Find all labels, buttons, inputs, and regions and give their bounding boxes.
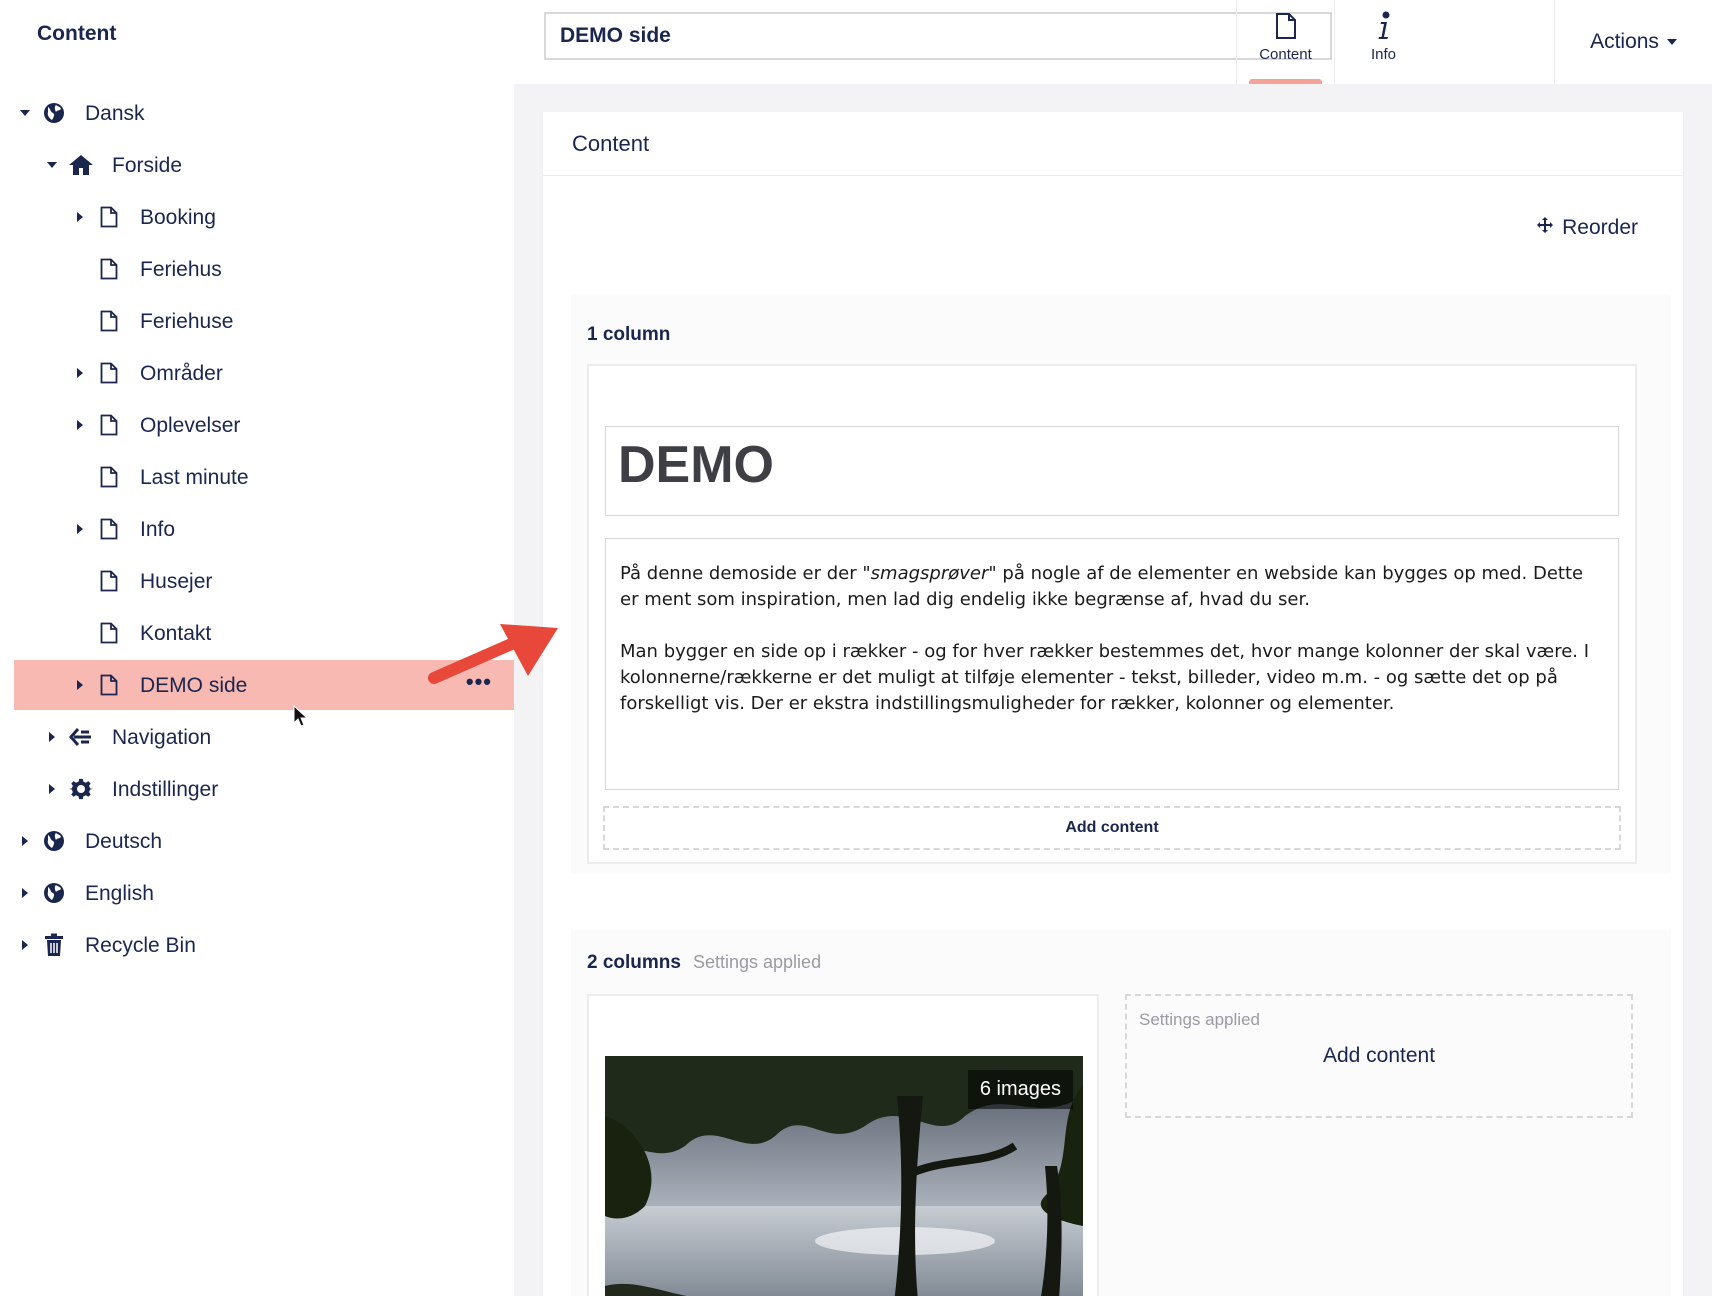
row-title: 1 column [587,324,671,345]
globe-icon [41,100,67,126]
caret-right-icon[interactable] [18,886,32,900]
grid-row-2-columns: 2 columns Settings applied 6 images Sett… [571,930,1671,1296]
navigation-icon [68,724,94,750]
tree-item-label: Navigation [112,726,212,749]
caret-right-icon[interactable] [73,522,87,536]
headline-editor[interactable]: DEMO [605,426,1619,516]
document-icon [96,256,122,282]
caret-right-icon[interactable] [73,210,87,224]
tree-item-dansk[interactable]: Dansk [14,88,514,138]
active-tab-indicator [1249,79,1322,84]
caret-right-icon[interactable] [45,782,59,796]
tree-item-label: Dansk [85,102,145,125]
tree-item-label: Booking [140,206,216,229]
tree-item-info[interactable]: Info [14,504,514,554]
caret-right-icon[interactable] [73,366,87,380]
settings-applied-note: Settings applied [1139,1010,1260,1029]
actions-label: Actions [1590,30,1659,53]
gallery-image[interactable]: 6 images [605,1056,1083,1296]
tree-item-oplevelser[interactable]: Oplevelser [14,400,514,450]
tree-item-label: Recycle Bin [85,934,196,957]
document-icon [96,308,122,334]
document-icon [96,360,122,386]
tree-item-label: Oplevelser [140,414,241,437]
reorder-label: Reorder [1562,216,1638,239]
tree-item-feriehus[interactable]: Feriehus [14,244,514,294]
tree-item-english[interactable]: English [14,868,514,918]
tree-item-label: Deutsch [85,830,163,853]
caret-right-icon[interactable] [18,834,32,848]
settings-applied-note: Settings applied [692,952,822,972]
tree-item-label: DEMO side [140,674,248,697]
tree-item-forside[interactable]: Forside [14,140,514,190]
grid-cell: DEMO På denne demoside er der "smagsprøv… [587,364,1637,864]
actions-button[interactable]: Actions [1554,0,1712,84]
tab-content[interactable]: Content [1236,0,1334,84]
grid-row-1-column: 1 column DEMO På denne demoside er der "… [571,294,1671,874]
editor-header: Content Info Actions [514,0,1712,84]
tree-item-label: Feriehus [140,258,222,281]
content-panel: Content Reorder 1 column DEMO På denne d… [543,112,1683,1296]
caret-right-icon[interactable] [73,418,87,432]
tree-item-områder[interactable]: Områder [14,348,514,398]
document-icon [96,672,122,698]
tree-item-feriehuse[interactable]: Feriehuse [14,296,514,346]
tab-content-label: Content [1259,46,1312,63]
tree-item-label: Last minute [140,466,249,489]
row-title: 2 columns Settings applied [587,952,822,973]
tree-item-deutsch[interactable]: Deutsch [14,816,514,866]
grid-cell-right[interactable]: Settings applied Add content [1125,994,1633,1118]
tree-item-label: Kontakt [140,622,212,645]
caret-down-icon[interactable] [18,106,32,120]
tree-item-label: Områder [140,362,223,385]
document-icon [96,568,122,594]
richtext-paragraph: På denne demoside er der "smagsprøver" p… [620,563,1584,610]
document-icon [96,516,122,542]
tab-info-label: Info [1370,46,1397,63]
add-content-button[interactable]: Add content [603,806,1621,850]
tree-item-husejer[interactable]: Husejer [14,556,514,606]
tree-item-navigation[interactable]: Navigation [14,712,514,762]
document-icon [96,620,122,646]
tree-item-recycle-bin[interactable]: Recycle Bin [14,920,514,970]
tree-item-booking[interactable]: Booking [14,192,514,242]
globe-icon [41,828,67,854]
tree-item-label: Forside [112,154,183,177]
document-icon [96,412,122,438]
info-icon [1376,10,1392,42]
tree-item-label: Indstillinger [112,778,219,801]
tree-item-last-minute[interactable]: Last minute [14,452,514,502]
gear-icon [68,776,94,802]
home-icon [68,152,94,178]
grid-cell-left: 6 images [587,994,1099,1296]
move-icon [1536,216,1554,240]
document-icon [96,204,122,230]
red-arrow-icon [428,616,562,691]
document-icon [96,464,122,490]
chevron-down-icon [1666,39,1677,45]
document-icon [1275,10,1297,42]
panel-title: Content [543,112,1683,176]
tab-info[interactable]: Info [1334,0,1432,84]
sidebar-title: Content [37,22,117,45]
mouse-cursor-icon [293,704,309,734]
globe-icon [41,880,67,906]
caret-right-icon[interactable] [18,938,32,952]
tree-item-label: Feriehuse [140,310,234,333]
tree-item-label: Info [140,518,176,541]
add-content-button[interactable]: Add content [1127,1044,1631,1068]
caret-down-icon[interactable] [45,158,59,172]
tree-item-label: Husejer [140,570,213,593]
tree-item-indstillinger[interactable]: Indstillinger [14,764,514,814]
richtext-editor[interactable]: På denne demoside er der "smagsprøver" p… [605,538,1619,790]
caret-right-icon[interactable] [73,678,87,692]
node-name-input[interactable] [544,12,1332,60]
tree-item-label: English [85,882,154,905]
image-count-badge: 6 images [967,1070,1073,1109]
richtext-paragraph: Man bygger en side op i rækker - og for … [620,641,1590,714]
trash-icon [41,932,67,958]
reorder-button[interactable]: Reorder [1536,216,1638,240]
caret-right-icon[interactable] [45,730,59,744]
